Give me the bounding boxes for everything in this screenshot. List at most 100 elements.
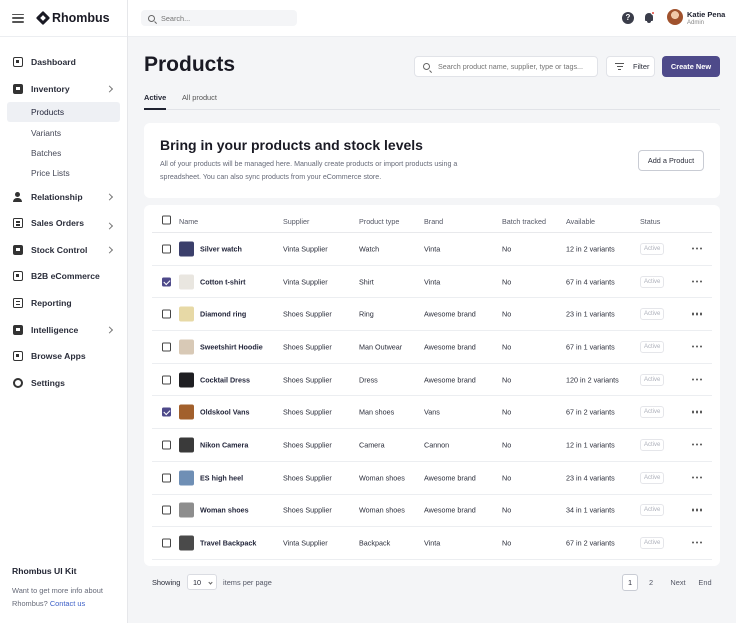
help-icon[interactable]: ? — [622, 12, 634, 24]
brand-cell: Awesome brand — [424, 309, 476, 319]
row-checkbox[interactable] — [162, 440, 171, 450]
sidebar-item-dashboard[interactable]: Dashboard — [0, 49, 127, 76]
next-page-button[interactable]: Next — [668, 574, 688, 591]
tab-active[interactable]: Active — [144, 93, 167, 110]
table-row[interactable]: Woman shoes Shoes Supplier Woman shoes Awes… — [152, 495, 712, 528]
user-name[interactable]: Katie Pena — [687, 10, 725, 19]
avatar[interactable] — [667, 9, 683, 25]
column-available[interactable]: Available — [566, 217, 595, 226]
row-checkbox[interactable] — [162, 309, 171, 319]
product-name[interactable]: Silver watch — [200, 244, 242, 253]
brand-logo[interactable]: Rhombus — [35, 10, 110, 26]
sidebar-item-sales-orders[interactable]: Sales Orders — [0, 210, 127, 237]
table-row[interactable]: Sweetshirt Hoodie Shoes Supplier Man Outwe… — [152, 331, 712, 364]
more-options-icon[interactable] — [692, 345, 702, 348]
add-product-button[interactable]: Add a Product — [638, 150, 704, 171]
more-options-icon[interactable] — [692, 541, 702, 545]
sidebar-item-browse-apps[interactable]: Browse Apps — [0, 343, 127, 370]
more-options-icon[interactable] — [692, 247, 702, 250]
product-name[interactable]: Cotton t-shirt — [200, 277, 246, 286]
more-options-icon[interactable] — [692, 312, 702, 316]
sidebar-subitem-products[interactable]: Products — [7, 102, 120, 123]
sidebar-item-intelligence[interactable]: Intelligence — [0, 316, 127, 343]
batch-tracked-cell: No — [502, 277, 512, 287]
row-checkbox[interactable] — [162, 505, 171, 515]
sidebar-item-label: Stock Control — [31, 244, 88, 255]
product-search[interactable] — [414, 56, 598, 77]
table-row[interactable]: Cotton t-shirt Vinta Supplier Shirt Vinta No… — [152, 266, 712, 299]
column-supplier[interactable]: Supplier — [283, 217, 309, 226]
table-row[interactable]: Nikon Camera Shoes Supplier Camera Cannon No… — [152, 429, 712, 462]
table-row[interactable]: Oldskool Vans Shoes Supplier Man shoes Vans… — [152, 397, 712, 430]
more-options-icon[interactable] — [692, 443, 702, 447]
logo-row: Rhombus — [0, 0, 127, 37]
row-checkbox[interactable] — [162, 244, 171, 254]
row-checkbox[interactable] — [162, 407, 171, 417]
sidebar-subitem-batches[interactable]: Batches — [0, 143, 127, 163]
more-options-icon[interactable] — [692, 476, 702, 479]
contact-us-link[interactable]: Contact us — [50, 599, 85, 608]
table-row[interactable]: ES high heel Shoes Supplier Woman shoes Awe… — [152, 462, 712, 495]
sidebar-footer: Rhombus UI Kit Want to get more info abo… — [12, 566, 122, 610]
row-checkbox[interactable] — [162, 342, 171, 352]
product-name[interactable]: Oldskool Vans — [200, 408, 250, 417]
row-checkbox[interactable] — [162, 277, 171, 287]
products-table: Name Supplier Product type Brand Batch t… — [144, 205, 720, 566]
supplier-cell: Shoes Supplier — [283, 407, 332, 417]
product-thumbnail — [179, 502, 194, 518]
product-name[interactable]: Woman shoes — [200, 506, 249, 515]
product-name[interactable]: Nikon Camera — [200, 441, 248, 450]
more-options-icon[interactable] — [692, 410, 702, 414]
sidebar-item-label: B2B eCommerce — [31, 271, 100, 282]
select-all-checkbox[interactable] — [162, 215, 171, 225]
column-batch-tracked[interactable]: Batch tracked — [502, 217, 546, 226]
product-search-input[interactable] — [438, 62, 597, 71]
supplier-cell: Shoes Supplier — [283, 342, 332, 352]
product-name[interactable]: Diamond ring — [200, 310, 246, 319]
table-row[interactable]: Travel Backpack Vinta Supplier Backpack Vin… — [152, 527, 712, 560]
page-2-button[interactable]: 2 — [646, 574, 656, 591]
status-badge: Active — [640, 504, 665, 517]
per-page-select[interactable]: 10 — [187, 574, 217, 590]
sidebar-item-b2b-ecommerce[interactable]: B2B eCommerce — [0, 263, 127, 290]
product-name[interactable]: ES high heel — [200, 473, 243, 482]
product-name[interactable]: Travel Backpack — [200, 539, 256, 548]
row-checkbox[interactable] — [162, 538, 171, 548]
table-row[interactable]: Cocktail Dress Shoes Supplier Dress Awesome… — [152, 364, 712, 397]
column-status[interactable]: Status — [640, 217, 660, 226]
box-icon — [13, 244, 23, 255]
global-search[interactable] — [141, 10, 297, 26]
filter-button[interactable]: Filter — [606, 56, 655, 77]
more-options-icon[interactable] — [692, 378, 702, 381]
end-page-button[interactable]: End — [696, 574, 714, 591]
sidebar-item-settings[interactable]: Settings — [0, 370, 127, 397]
column-name[interactable]: Name — [179, 217, 198, 226]
page-1-button[interactable]: 1 — [622, 574, 638, 591]
sidebar-item-inventory[interactable]: Inventory — [0, 76, 127, 103]
tab-all-product[interactable]: All product — [182, 93, 217, 110]
create-new-button[interactable]: Create New — [662, 56, 720, 77]
sidebar-item-reporting[interactable]: Reporting — [0, 290, 127, 317]
chevron-right-icon — [105, 326, 114, 334]
sidebar-nav: Dashboard Inventory Products Variants Ba… — [0, 37, 127, 396]
sidebar-item-stock-control[interactable]: Stock Control — [0, 237, 127, 264]
more-options-icon[interactable] — [692, 280, 702, 283]
more-options-icon[interactable] — [692, 508, 702, 512]
status-badge: Active — [640, 242, 665, 255]
sidebar-subitem-variants[interactable]: Variants — [0, 122, 127, 142]
table-row[interactable]: Diamond ring Shoes Supplier Ring Awesome br… — [152, 298, 712, 332]
global-search-input[interactable] — [161, 13, 281, 23]
storefront-icon — [13, 271, 23, 282]
sidebar-subitem-price-lists[interactable]: Price Lists — [0, 163, 127, 183]
row-checkbox[interactable] — [162, 375, 171, 385]
sidebar-item-label: Browse Apps — [31, 351, 86, 362]
supplier-cell: Shoes Supplier — [283, 375, 332, 385]
column-product-type[interactable]: Product type — [359, 217, 399, 226]
product-name[interactable]: Sweetshirt Hoodie — [200, 342, 263, 351]
product-name[interactable]: Cocktail Dress — [200, 375, 250, 384]
table-row[interactable]: Silver watch Vinta Supplier Watch Vinta No 12… — [152, 233, 712, 266]
sidebar-item-relationship[interactable]: Relationship — [0, 183, 127, 210]
menu-icon[interactable] — [12, 13, 24, 23]
row-checkbox[interactable] — [162, 473, 171, 483]
column-brand[interactable]: Brand — [424, 217, 443, 226]
